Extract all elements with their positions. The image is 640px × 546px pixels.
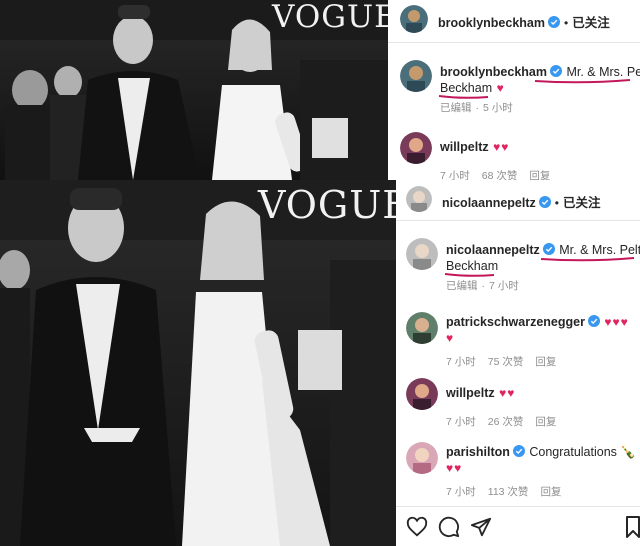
comment-text-line2: ♥ (446, 331, 455, 345)
comment-likes[interactable]: 113 次赞 (488, 486, 529, 498)
comment-username[interactable]: parishilton (446, 445, 510, 459)
comment-likes[interactable]: 26 次赞 (488, 416, 524, 428)
comment-likes[interactable]: 75 次赞 (488, 356, 524, 368)
avatar[interactable] (400, 5, 428, 33)
avatar[interactable] (406, 186, 432, 212)
avatar[interactable] (406, 312, 438, 344)
caption-username[interactable]: brooklynbeckham (440, 65, 547, 79)
verified-badge-icon (538, 196, 551, 208)
share-icon[interactable] (470, 516, 492, 538)
heart-emoji: ♥ (496, 81, 505, 95)
separator-dot: • (563, 16, 569, 30)
comment-text: ♥♥♥ (604, 315, 629, 329)
comment-username[interactable]: willpeltz (446, 386, 495, 400)
separator-dot: • (554, 196, 559, 210)
caption-timestamp: 5 小时 (483, 102, 513, 114)
post-header: nicolaannepeltz • 已关注 (396, 186, 640, 214)
reply-button[interactable]: 回复 (535, 416, 556, 428)
comment-timestamp: 7 小时 (446, 356, 476, 368)
verified-badge-icon (547, 16, 560, 28)
comment-text: Congratulations 🍾 (529, 445, 636, 459)
caption-text-line1: Mr. & Mrs. Peltz (559, 243, 640, 257)
comments-panel-top: brooklynbeckham • 已关注 brooklynbeckham Mr. … (388, 0, 640, 182)
edited-label: 已编辑 (446, 280, 478, 292)
avatar[interactable] (406, 238, 438, 270)
comment-icon[interactable] (438, 516, 460, 538)
follow-status-button[interactable]: 已关注 (572, 16, 610, 30)
divider (396, 506, 640, 507)
header-username[interactable]: nicolaannepeltz (442, 196, 536, 210)
verified-badge-icon (549, 65, 562, 77)
highlight-underline (444, 273, 495, 277)
comment-username[interactable]: willpeltz (440, 140, 489, 154)
post-photo-bottom[interactable]: VOGUE (0, 180, 396, 546)
highlight-underline (540, 257, 635, 262)
comment-timestamp: 7 小时 (446, 416, 476, 428)
heart-icon[interactable] (406, 516, 428, 538)
comments-panel-bottom: nicolaannepeltz • 已关注 nicolaannepeltz Mr. … (396, 180, 640, 546)
avatar[interactable] (406, 442, 438, 474)
comment-text: ♥♥ (499, 386, 516, 400)
caption-text-line1: Mr. & Mrs. Peltz (566, 65, 640, 79)
action-bar (396, 514, 640, 540)
caption-text-line2: Beckham (440, 81, 493, 95)
comment-text: ♥♥ (493, 140, 510, 154)
highlight-underline (438, 95, 489, 99)
header-username[interactable]: brooklynbeckham (438, 16, 545, 30)
reply-button[interactable]: 回复 (540, 486, 561, 498)
reply-button[interactable]: 回复 (535, 356, 556, 368)
divider (396, 220, 640, 221)
verified-badge-icon (587, 315, 600, 327)
magazine-logo: VOGUE (258, 183, 396, 227)
avatar[interactable] (406, 378, 438, 410)
comment-username[interactable]: patrickschwarzenegger (446, 315, 585, 329)
caption-timestamp: 7 小时 (489, 280, 519, 292)
bookmark-icon[interactable] (626, 516, 640, 538)
caption-text-line2: Beckham (446, 259, 499, 273)
divider (388, 42, 640, 43)
follow-status-button[interactable]: 已关注 (563, 196, 601, 210)
edited-label: 已编辑 (440, 102, 472, 114)
caption-username[interactable]: nicolaannepeltz (446, 243, 540, 257)
post-header: brooklynbeckham • 已关注 (388, 5, 640, 34)
post-photo-top[interactable]: VOGUE (0, 0, 388, 180)
avatar[interactable] (400, 132, 432, 164)
highlight-underline (534, 79, 631, 84)
comment-text-line2: ♥♥ (446, 461, 463, 475)
magazine-logo: VOGUE (272, 0, 388, 35)
comment-timestamp: 7 小时 (446, 486, 476, 498)
avatar[interactable] (400, 60, 432, 92)
verified-badge-icon (542, 243, 555, 255)
verified-badge-icon (512, 445, 525, 457)
